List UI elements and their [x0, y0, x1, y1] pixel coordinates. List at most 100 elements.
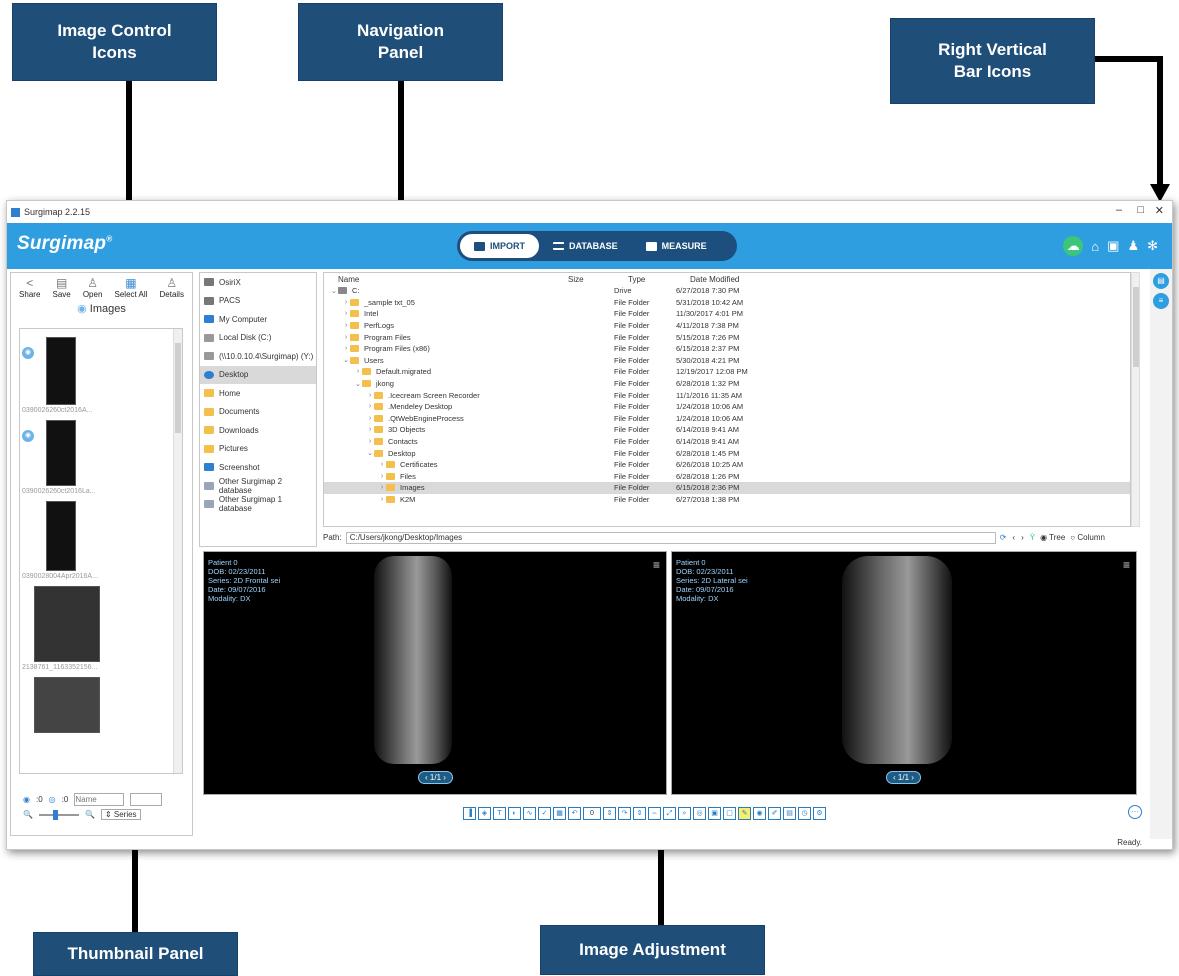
file-row[interactable]: › .Mendeley Desktop File Folder 1/24/2018 1…: [324, 401, 1130, 413]
file-row[interactable]: ⌄ jkong File Folder 6/28/2018 1:32 PM: [324, 378, 1130, 390]
camera-icon[interactable]: ▣: [1107, 238, 1119, 254]
chevron-right-icon[interactable]: ›: [378, 461, 386, 468]
thumbnail-item[interactable]: [34, 677, 182, 733]
chevron-right-icon[interactable]: ›: [366, 438, 374, 445]
window-level-icon[interactable]: ▢: [723, 807, 736, 820]
file-row[interactable]: › _sample txt_05 File Folder 5/31/2018 10:4…: [324, 297, 1130, 309]
stepper-icon[interactable]: ⇕: [603, 807, 616, 820]
nav-item-pacs[interactable]: PACS: [200, 292, 316, 311]
chevron-right-icon[interactable]: ›: [342, 334, 350, 341]
calculator-icon[interactable]: ▤: [783, 807, 796, 820]
chevron-right-icon[interactable]: ›: [342, 299, 350, 306]
zoom-in-icon[interactable]: 🔍: [85, 810, 95, 819]
share-button[interactable]: < Share: [19, 276, 40, 299]
check-icon[interactable]: ✓: [538, 807, 551, 820]
series-button[interactable]: ⇕ Series: [100, 809, 141, 820]
thumbnail-item[interactable]: ◉ 0390026260ct2016A...: [22, 337, 182, 414]
column-date[interactable]: Date Modified: [690, 275, 810, 284]
grid-icon[interactable]: ▦: [553, 807, 566, 820]
rotate-left-icon[interactable]: ↶: [568, 807, 581, 820]
column-type[interactable]: Type: [628, 275, 690, 284]
file-row[interactable]: › Images File Folder 6/15/2018 2:36 PM: [324, 482, 1130, 494]
file-row[interactable]: › Intel File Folder 11/30/2017 4:01 PM: [324, 308, 1130, 320]
viewer-menu-icon[interactable]: ≡: [653, 558, 660, 572]
zoom-icon[interactable]: ⌕: [678, 807, 691, 820]
page-indicator[interactable]: ‹ 1/1 ›: [886, 771, 921, 784]
tab-measure[interactable]: MEASURE: [632, 234, 721, 258]
text-icon[interactable]: T: [493, 807, 506, 820]
zoom-slider-handle[interactable]: [52, 809, 58, 820]
history-icon[interactable]: ◷: [798, 807, 811, 820]
file-row[interactable]: › Contacts File Folder 6/14/2018 9:41 AM: [324, 436, 1130, 448]
file-list-scrollbar[interactable]: [1131, 272, 1140, 527]
list-icon[interactable]: ≡: [1153, 293, 1169, 309]
file-row[interactable]: › Program Files (x86) File Folder 6/15/2018…: [324, 343, 1130, 355]
zoom-out-icon[interactable]: 🔍: [23, 810, 33, 819]
restore-button[interactable]: □: [1137, 204, 1144, 216]
nav-item-desktop[interactable]: Desktop: [200, 365, 316, 384]
save-button[interactable]: ▤ Save: [53, 276, 71, 299]
eye-icon[interactable]: ◉: [22, 430, 34, 442]
tree-radio[interactable]: ◉ Tree: [1040, 533, 1065, 542]
chevron-right-icon[interactable]: ›: [378, 496, 386, 503]
file-row[interactable]: › PerfLogs File Folder 4/11/2018 7:38 PM: [324, 320, 1130, 332]
file-row[interactable]: › Files File Folder 6/28/2018 1:26 PM: [324, 471, 1130, 483]
chevron-right-icon[interactable]: ›: [366, 426, 374, 433]
page-indicator[interactable]: ‹ 1/1 ›: [418, 771, 453, 784]
chevron-right-icon[interactable]: ›: [366, 415, 374, 422]
nav-item-documents[interactable]: Documents: [200, 403, 316, 422]
nav-item-surgimap1-db[interactable]: Other Surgimap 1 database: [200, 495, 316, 514]
image-viewer-right[interactable]: Patient 0 DOB: 02/23/2011 Series: 2D Lat…: [671, 551, 1137, 795]
select-all-button[interactable]: ▦ Select All: [115, 276, 148, 299]
thumbnail-item[interactable]: ◉ 0390026260ct2016La...: [22, 420, 182, 495]
gear-icon[interactable]: ✻: [1147, 238, 1158, 254]
nav-item-surgimap2-db[interactable]: Other Surgimap 2 database: [200, 477, 316, 496]
name-field[interactable]: [74, 793, 125, 806]
column-name[interactable]: Name: [338, 275, 568, 284]
file-row[interactable]: › Program Files File Folder 5/15/2018 7:26 …: [324, 331, 1130, 343]
chevron-down-icon[interactable]: ⌄: [330, 287, 338, 295]
image-viewer-left[interactable]: Patient 0 DOB: 02/23/2011 Series: 2D Fro…: [203, 551, 667, 795]
chevron-right-icon[interactable]: ›: [366, 392, 374, 399]
chevron-down-icon[interactable]: ⌄: [354, 380, 362, 388]
chevron-right-icon[interactable]: ›: [354, 368, 362, 375]
column-size[interactable]: Size: [568, 275, 628, 284]
file-row[interactable]: ⌄ Desktop File Folder 6/28/2018 1:45 PM: [324, 447, 1130, 459]
chevron-right-icon[interactable]: ›: [378, 484, 386, 491]
chevron-right-icon[interactable]: ›: [378, 473, 386, 480]
chevron-down-icon[interactable]: ⌄: [366, 449, 374, 457]
forward-icon[interactable]: ›: [1021, 533, 1024, 542]
nav-item-local-disk[interactable]: Local Disk (C:): [200, 329, 316, 348]
file-row[interactable]: › Default.migrated File Folder 12/19/2017 1…: [324, 366, 1130, 378]
file-row[interactable]: ⌄ Users File Folder 5/30/2018 4:21 PM: [324, 355, 1130, 367]
pencil-icon[interactable]: ✐: [768, 807, 781, 820]
file-row[interactable]: › Certificates File Folder 6/26/2018 10:25 …: [324, 459, 1130, 471]
tab-import[interactable]: IMPORT: [460, 234, 539, 258]
curve-icon[interactable]: ∿: [523, 807, 536, 820]
minimize-button[interactable]: –: [1116, 204, 1122, 216]
column-radio[interactable]: ○ Column: [1070, 533, 1105, 542]
chevron-right-icon[interactable]: ›: [342, 345, 350, 352]
invert-icon[interactable]: ◈: [478, 807, 491, 820]
scrollbar-thumb[interactable]: [1133, 287, 1139, 367]
file-row[interactable]: › .Icecream Screen Recorder File Folder 11/…: [324, 389, 1130, 401]
close-button[interactable]: ✕: [1155, 204, 1164, 217]
rotate-right-icon[interactable]: ↷: [618, 807, 631, 820]
tab-database[interactable]: DATABASE: [539, 234, 632, 258]
nav-item-osirix[interactable]: OsiriX: [200, 273, 316, 292]
file-row[interactable]: › .QtWebEngineProcess File Folder 1/24/2018…: [324, 413, 1130, 425]
back-icon[interactable]: ‹: [1012, 533, 1015, 542]
zoom-slider[interactable]: [38, 809, 79, 820]
export-icon[interactable]: ▣: [708, 807, 721, 820]
flip-vertical-icon[interactable]: ⇕: [633, 807, 646, 820]
chevron-right-icon[interactable]: ›: [342, 322, 350, 329]
cloud-icon[interactable]: ☁: [1063, 236, 1084, 256]
more-options-icon[interactable]: ···: [1128, 805, 1142, 819]
annotate-icon[interactable]: ✎: [738, 807, 751, 820]
nav-item-network-drive[interactable]: (\\10.0.10.4\Surgimap) (Y:): [200, 347, 316, 366]
nav-item-screenshot[interactable]: Screenshot: [200, 458, 316, 477]
eye-icon[interactable]: ◉: [753, 807, 766, 820]
contrast-icon[interactable]: ◐: [508, 807, 521, 820]
refresh-icon[interactable]: ⟳: [1000, 533, 1007, 542]
nav-item-home[interactable]: Home: [200, 384, 316, 403]
